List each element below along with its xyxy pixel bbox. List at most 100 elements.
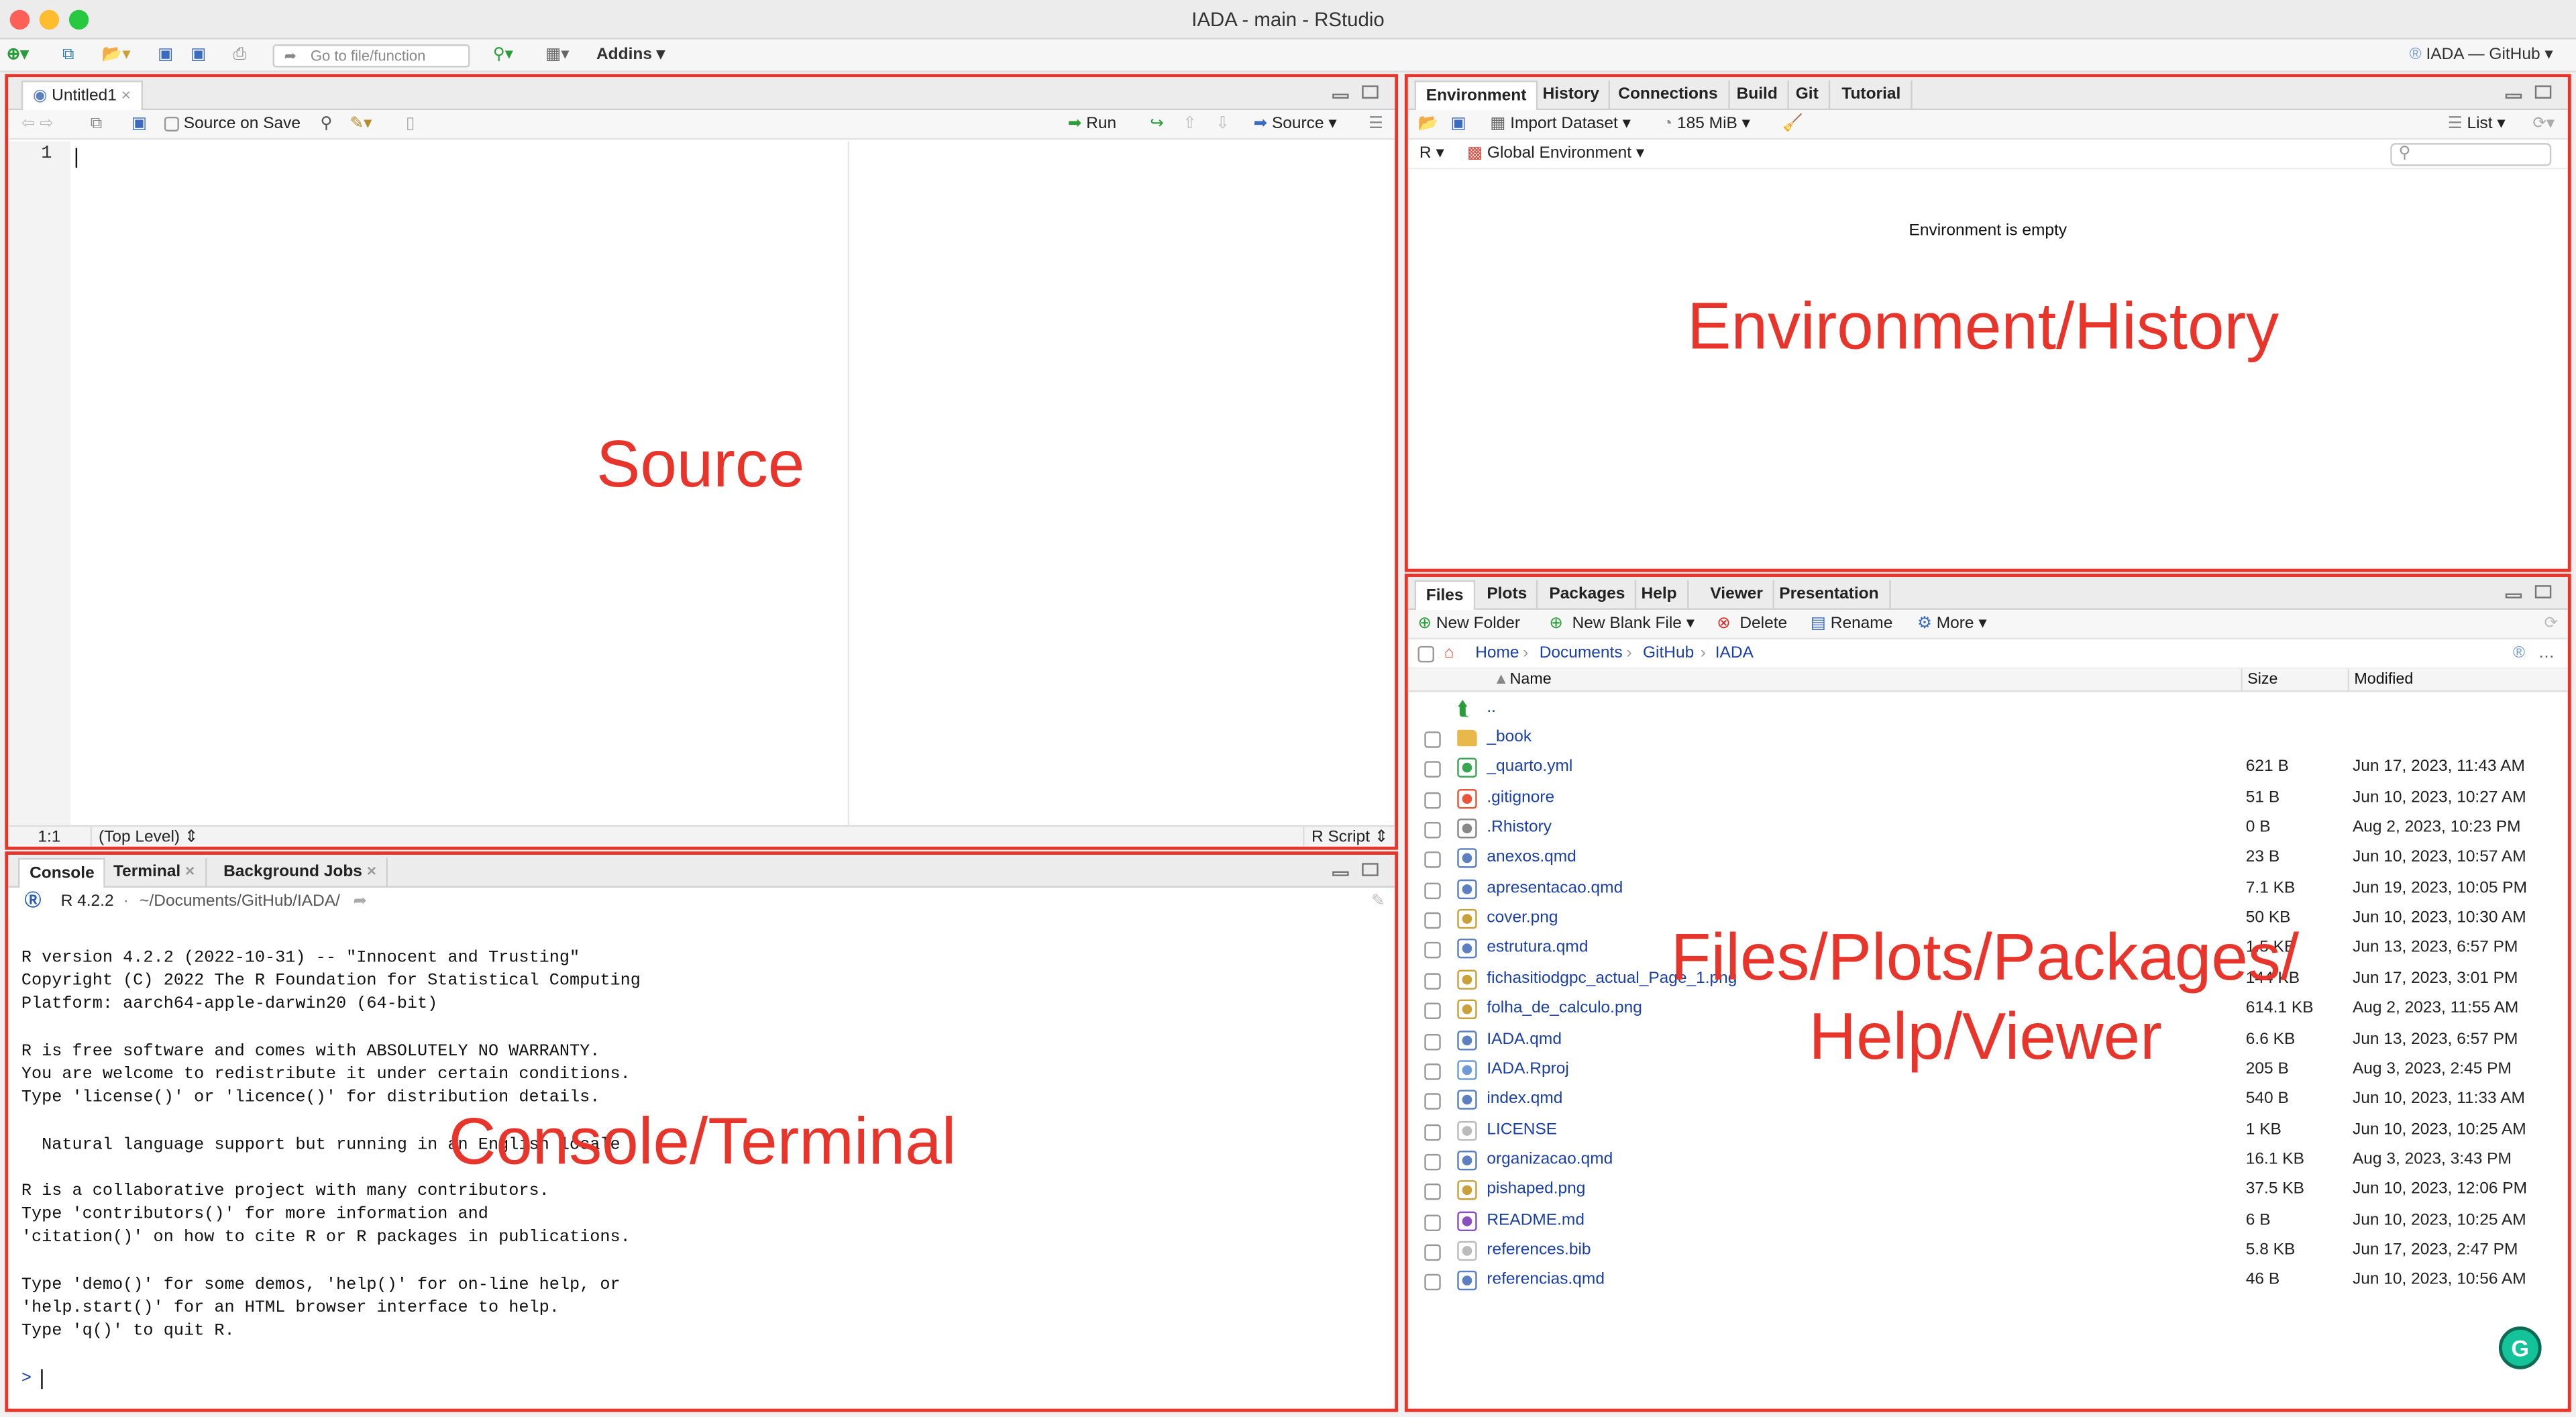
- file-checkbox[interactable]: [1424, 1033, 1441, 1050]
- vcs-icon[interactable]: ⚲▾: [493, 44, 513, 67]
- tab-git[interactable]: Git: [1786, 81, 1830, 111]
- file-checkbox[interactable]: [1424, 1063, 1441, 1080]
- file-name-link[interactable]: references.bib: [1487, 1236, 1591, 1265]
- file-name-link[interactable]: folha_de_calculo.png: [1487, 995, 1642, 1025]
- file-name-link[interactable]: _quarto.yml: [1487, 753, 1572, 783]
- tab-viewer[interactable]: Viewer: [1701, 580, 1775, 610]
- tab-terminal[interactable]: Terminal ×: [103, 857, 207, 888]
- save-all-icon[interactable]: ▣: [191, 44, 206, 67]
- file-row[interactable]: .gitignore 51 B Jun 10, 2023, 10:27 AM: [1408, 784, 2568, 813]
- file-name-link[interactable]: pishaped.png: [1487, 1175, 1585, 1205]
- file-name-link[interactable]: README.md: [1487, 1206, 1585, 1235]
- go-to-project-icon[interactable]: ®: [2513, 643, 2525, 666]
- tab-presentation[interactable]: Presentation: [1770, 580, 1890, 610]
- file-name-link[interactable]: IADA.qmd: [1487, 1025, 1562, 1055]
- project-menu[interactable]: ® IADA — GitHub ▾: [2410, 44, 2553, 67]
- zoom-window-button[interactable]: [68, 9, 89, 30]
- outline-icon[interactable]: ☰: [1368, 113, 1383, 136]
- file-checkbox[interactable]: [1424, 731, 1441, 748]
- file-row[interactable]: _quarto.yml 621 B Jun 17, 2023, 11:43 AM: [1408, 753, 2568, 783]
- working-directory[interactable]: ~/Documents/GitHub/IADA/: [140, 891, 340, 914]
- clear-workspace-icon[interactable]: 🧹: [1782, 113, 1803, 136]
- new-folder-button[interactable]: ⊕ New Folder: [1417, 613, 1520, 636]
- file-row[interactable]: LICENSE 1 KB Jun 10, 2023, 10:25 AM: [1408, 1115, 2568, 1145]
- file-row[interactable]: _book: [1408, 723, 2568, 753]
- file-name-link[interactable]: .Rhistory: [1487, 814, 1552, 843]
- select-all-checkbox[interactable]: [1417, 645, 1434, 663]
- save-icon[interactable]: ▣: [158, 44, 173, 67]
- file-row[interactable]: pishaped.png 37.5 KB Jun 10, 2023, 12:06 P…: [1408, 1175, 2568, 1205]
- back-icon[interactable]: ⇦ ⇨: [21, 113, 54, 136]
- tab-build[interactable]: Build: [1727, 81, 1789, 111]
- file-row[interactable]: .Rhistory 0 B Aug 2, 2023, 10:23 PM: [1408, 814, 2568, 843]
- run-button[interactable]: ➡ Run: [1068, 113, 1116, 136]
- maximize-pane-icon[interactable]: [2534, 85, 2552, 99]
- file-checkbox[interactable]: [1424, 852, 1441, 869]
- parent-directory-link[interactable]: ..: [1487, 694, 1496, 723]
- column-size[interactable]: Size: [2241, 669, 2278, 692]
- maximize-pane-icon[interactable]: [2534, 585, 2552, 598]
- more-menu[interactable]: ⚙ More ▾: [1917, 613, 1987, 636]
- minimize-pane-icon[interactable]: [1332, 93, 1349, 99]
- parent-directory-row[interactable]: ⮬ ..: [1408, 694, 2568, 723]
- file-checkbox[interactable]: [1424, 1002, 1441, 1020]
- breadcrumb-iada[interactable]: IADA: [1715, 643, 1754, 666]
- memory-usage-menu[interactable]: ◔ 185 MiB ▾: [1662, 113, 1750, 136]
- file-name-link[interactable]: estrutura.qmd: [1487, 935, 1588, 964]
- tab-background-jobs[interactable]: Background Jobs ×: [213, 857, 388, 888]
- find-icon[interactable]: ⚲: [321, 113, 333, 136]
- minimize-pane-icon[interactable]: [2505, 93, 2522, 99]
- close-tab-icon[interactable]: ×: [185, 863, 195, 881]
- minimize-pane-icon[interactable]: [2505, 593, 2522, 598]
- file-row[interactable]: referencias.qmd 46 B Jun 10, 2023, 10:56 A…: [1408, 1266, 2568, 1296]
- view-mode-menu[interactable]: ☰ List ▾: [2448, 113, 2506, 136]
- file-name-link[interactable]: _book: [1487, 723, 1532, 753]
- tab-environment[interactable]: Environment: [1414, 81, 1538, 112]
- file-checkbox[interactable]: [1424, 1184, 1441, 1201]
- console-prompt[interactable]: >: [21, 1367, 32, 1389]
- source-on-save-checkbox[interactable]: Source on Save: [164, 113, 301, 136]
- file-name-link[interactable]: cover.png: [1487, 904, 1558, 934]
- file-row[interactable]: apresentacao.qmd 7.1 KB Jun 19, 2023, 10:0…: [1408, 874, 2568, 904]
- environment-scope-menu[interactable]: ▩ Global Environment ▾: [1467, 143, 1644, 166]
- show-in-window-icon[interactable]: ⧉: [91, 113, 102, 136]
- new-project-icon[interactable]: ⧉: [62, 44, 74, 67]
- file-name-link[interactable]: organizacao.qmd: [1487, 1145, 1613, 1175]
- load-workspace-icon[interactable]: 📂: [1417, 113, 1438, 136]
- environment-search-input[interactable]: ⚲: [2390, 143, 2552, 166]
- tab-connections[interactable]: Connections: [1609, 81, 1729, 111]
- minimize-pane-icon[interactable]: [1332, 871, 1349, 876]
- file-row[interactable]: README.md 6 B Jun 10, 2023, 10:25 AM: [1408, 1206, 2568, 1235]
- clear-console-icon[interactable]: ✎: [1371, 891, 1385, 914]
- file-name-link[interactable]: referencias.qmd: [1487, 1266, 1605, 1296]
- file-checkbox[interactable]: [1424, 882, 1441, 899]
- file-checkbox[interactable]: [1424, 1214, 1441, 1231]
- column-modified[interactable]: Modified: [2347, 669, 2413, 692]
- refresh-icon[interactable]: ⟳▾: [2532, 113, 2555, 136]
- file-row[interactable]: anexos.qmd 23 B Jun 10, 2023, 10:57 AM: [1408, 844, 2568, 874]
- go-up-icon[interactable]: ⇧: [1183, 113, 1197, 136]
- import-dataset-menu[interactable]: ▦ Import Dataset ▾: [1490, 113, 1631, 136]
- file-checkbox[interactable]: [1424, 762, 1441, 778]
- refresh-icon[interactable]: ⟳: [2544, 613, 2559, 636]
- tab-history[interactable]: History: [1533, 81, 1611, 111]
- code-tools-icon[interactable]: ✎▾: [350, 113, 372, 136]
- file-name-link[interactable]: anexos.qmd: [1487, 844, 1576, 874]
- file-row[interactable]: index.qmd 540 B Jun 10, 2023, 11:33 AM: [1408, 1085, 2568, 1114]
- save-workspace-icon[interactable]: ▣: [1450, 113, 1466, 136]
- file-checkbox[interactable]: [1424, 942, 1441, 959]
- file-row[interactable]: organizacao.qmd 16.1 KB Aug 3, 2023, 3:43 …: [1408, 1145, 2568, 1175]
- more-path-icon[interactable]: …: [2538, 643, 2555, 666]
- new-file-icon[interactable]: ⊕▾: [7, 44, 29, 67]
- home-icon[interactable]: ⌂: [1444, 643, 1454, 666]
- tab-console[interactable]: Console: [17, 857, 106, 890]
- tab-tutorial[interactable]: Tutorial: [1832, 81, 1913, 111]
- column-name[interactable]: Name: [1510, 669, 1552, 692]
- close-tab-icon[interactable]: ×: [121, 87, 131, 105]
- delete-button[interactable]: ⊗ Delete: [1717, 613, 1787, 636]
- workspace-panes-icon[interactable]: ▦▾: [545, 44, 569, 67]
- tab-untitled1[interactable]: ◉ Untitled1 ×: [21, 81, 143, 112]
- close-window-button[interactable]: [9, 9, 30, 30]
- maximize-pane-icon[interactable]: [1362, 863, 1379, 876]
- source-button[interactable]: ➡ Source ▾: [1254, 113, 1337, 136]
